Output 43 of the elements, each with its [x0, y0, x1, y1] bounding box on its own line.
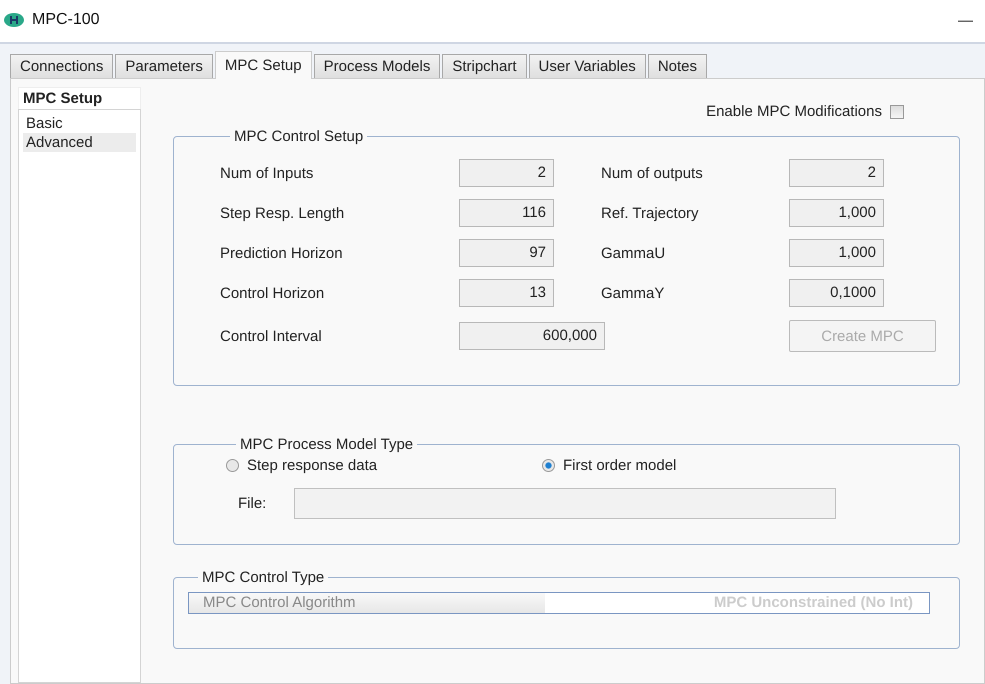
field-label: Num of Inputs [220, 164, 314, 182]
sidebar-item[interactable]: Advanced [23, 133, 136, 152]
value-field[interactable]: 116 [459, 199, 554, 227]
field-label: GammaU [601, 244, 666, 262]
value-field[interactable]: 0,1000 [789, 279, 884, 307]
tab[interactable]: MPC Setup [214, 51, 312, 79]
radio-label: First order model [563, 457, 676, 474]
field-label: Control Interval [220, 328, 323, 344]
tab[interactable]: Notes [648, 54, 707, 78]
value-field[interactable]: 2 [459, 159, 554, 187]
radio-option[interactable]: Step response data [226, 457, 542, 474]
radio-label: Step response data [247, 457, 378, 474]
tab[interactable]: Connections [10, 54, 114, 78]
radio-option[interactable]: First order model [542, 457, 858, 474]
value-field[interactable]: 97 [459, 239, 554, 267]
dropdown-label: MPC Control Algorithm [189, 593, 545, 613]
tab[interactable]: User Variables [528, 54, 646, 78]
field-label: Prediction Horizon [220, 244, 344, 262]
tab[interactable]: Process Models [314, 54, 440, 78]
file-field[interactable] [294, 488, 836, 519]
sidebar-item[interactable]: Basic [23, 114, 136, 133]
tab[interactable]: Stripchart [442, 54, 527, 78]
value-field[interactable]: 600,000 [459, 322, 605, 350]
minimize-button[interactable]: — [958, 12, 973, 28]
checkbox-label: Enable MPC Modifications [706, 103, 882, 120]
field-label: Ref. Trajectory [601, 204, 700, 222]
field-label: File: [238, 495, 266, 512]
group-title: MPC Control Type [201, 569, 326, 586]
window-title: MPC-100 [32, 11, 100, 29]
field-label: Control Horizon [220, 284, 326, 302]
checkbox[interactable] [890, 104, 904, 118]
group-title: MPC Control Setup [233, 128, 364, 145]
field-label: Num of outputs [601, 164, 704, 182]
value-field[interactable]: 2 [789, 159, 884, 187]
tab[interactable]: Parameters [115, 54, 213, 78]
field-label: Step Resp. Length [220, 204, 346, 222]
group-title: MPC Process Model Type [239, 436, 414, 453]
value-field[interactable]: 1,000 [789, 239, 884, 267]
value-field[interactable]: 13 [459, 279, 554, 307]
sidebar-header: MPC Setup [18, 87, 141, 109]
app-logo-icon [4, 13, 24, 27]
field-label: GammaY [601, 284, 666, 302]
value-field[interactable]: 1,000 [789, 199, 884, 227]
